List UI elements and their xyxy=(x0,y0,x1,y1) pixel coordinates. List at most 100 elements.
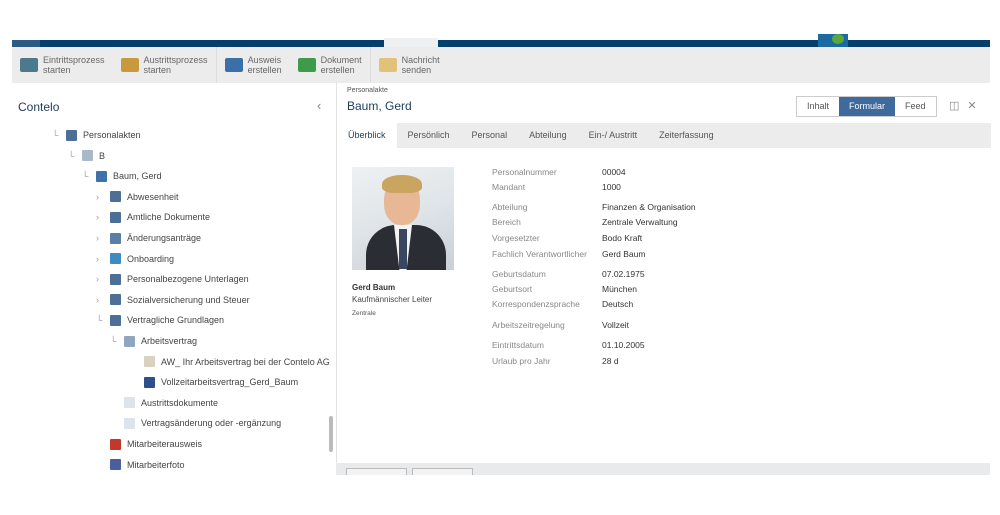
toolbar-button-ausweis[interactable]: Ausweis erstellen xyxy=(217,47,290,83)
field-value: Gerd Baum xyxy=(602,249,646,259)
tree-item[interactable]: › Personalbezogene Unterlagen xyxy=(96,270,249,288)
tree-item-label: Amtliche Dokumente xyxy=(127,212,211,223)
collapse-panel-button[interactable]: ‹ xyxy=(317,98,321,113)
record-type: Personalakte xyxy=(347,87,388,94)
tree-item-label: Austrittsdokumente xyxy=(141,397,219,408)
toolbar-button-label: Dokument erstellen xyxy=(321,55,362,75)
tree-item-label: Abwesenheit xyxy=(127,191,179,202)
email-icon xyxy=(144,356,155,368)
tree-item[interactable]: └ Baum, Gerd xyxy=(82,167,162,185)
bottom-bar xyxy=(336,463,990,475)
label-line: Nachricht xyxy=(401,55,440,65)
close-icon[interactable]: ✕ xyxy=(967,99,976,112)
label-line: starten xyxy=(43,65,71,75)
scrollbar[interactable] xyxy=(329,416,333,452)
tree-item[interactable]: › Sozialversicherung und Steuer xyxy=(96,291,250,309)
field-label: Abteilung xyxy=(492,202,528,212)
tree-item[interactable]: › Amtliche Dokumente xyxy=(96,208,210,226)
field-row: Bereich Zentrale Verwaltung xyxy=(492,217,678,227)
tree-item[interactable]: └ Arbeitsvertrag xyxy=(110,332,197,350)
toolbar-button-austrittsprozess[interactable]: Austrittsprozess starten xyxy=(113,47,217,83)
field-row: Urlaub pro Jahr 28 d xyxy=(492,356,619,366)
field-label: Arbeitszeitregelung xyxy=(492,320,565,330)
tree-item[interactable]: Vollzeitarbeitsvertrag_Gerd_Baum xyxy=(130,373,298,391)
view-formular-button[interactable]: Formular xyxy=(839,97,896,116)
record-title: Baum, Gerd xyxy=(347,99,412,113)
window-controls: ◫ ✕ xyxy=(949,99,977,112)
field-row: Abteilung Finanzen & Organisation xyxy=(492,202,696,212)
tree-item[interactable]: └ B xyxy=(68,147,105,165)
chevron-right-icon[interactable]: › xyxy=(96,212,104,222)
view-switcher: Inhalt Formular Feed xyxy=(796,96,937,117)
field-row: Eintrittsdatum 01.10.2005 xyxy=(492,340,645,350)
tree-item-label: Arbeitsvertrag xyxy=(141,336,198,346)
expanded-toggle-icon[interactable]: └ xyxy=(110,336,118,346)
header-segment xyxy=(12,40,40,47)
tree-item-label: Personalakten xyxy=(83,130,141,140)
tree-item[interactable]: Austrittsdokumente xyxy=(110,394,218,412)
label-line: Eintrittsprozess xyxy=(43,55,105,65)
tree-item[interactable]: AW_ Ihr Arbeitsvertrag bei der Contelo A… xyxy=(130,353,330,371)
chevron-right-icon[interactable]: › xyxy=(96,192,104,202)
tree-item[interactable]: Mitarbeiterfoto xyxy=(96,456,185,474)
tab-2[interactable]: Personal xyxy=(461,123,519,148)
chevron-right-icon[interactable]: › xyxy=(96,233,104,243)
field-label: Urlaub pro Jahr xyxy=(492,356,551,366)
view-inhalt-button[interactable]: Inhalt xyxy=(797,97,839,116)
binder-icon xyxy=(110,314,121,326)
field-label: Fachlich Verantwortlicher xyxy=(492,249,587,259)
field-value: 07.02.1975 xyxy=(602,269,645,279)
layout-icon[interactable]: ◫ xyxy=(949,99,959,112)
id-card-icon xyxy=(224,58,243,72)
tab-1[interactable]: Persönlich xyxy=(397,123,461,148)
person-enter-icon xyxy=(20,58,38,72)
expanded-toggle-icon[interactable]: └ xyxy=(96,315,104,325)
toolbar-button-dokument[interactable]: Dokument erstellen xyxy=(290,47,371,83)
word-document-icon xyxy=(144,376,155,388)
binder-icon xyxy=(110,294,121,306)
field-label: Korrespondenzsprache xyxy=(492,299,580,309)
tree-item[interactable]: › Abwesenheit xyxy=(96,188,179,206)
expanded-toggle-icon[interactable]: └ xyxy=(52,130,60,140)
tree-item-label: Sozialversicherung und Steuer xyxy=(127,294,250,305)
toolbar-button-nachricht[interactable]: Nachricht senden xyxy=(371,47,480,83)
field-label: Geburtsdatum xyxy=(492,269,546,279)
chevron-right-icon[interactable]: › xyxy=(96,274,104,284)
tree-item[interactable]: Mitarbeiterausweis xyxy=(96,435,202,453)
tree-item[interactable]: └ Vertragliche Grundlagen xyxy=(96,311,224,329)
tree-item[interactable]: Vertragsänderung oder -ergänzung xyxy=(110,414,281,432)
tree-item[interactable]: › Onboarding xyxy=(96,250,174,268)
tree-item-label: Personalbezogene Unterlagen xyxy=(127,274,249,285)
label-line: Dokument xyxy=(320,55,362,65)
header-tab[interactable] xyxy=(384,38,438,47)
field-row: Mandant 1000 xyxy=(492,182,621,192)
field-value: 28 d xyxy=(602,356,619,366)
tree-item-label: Baum, Gerd xyxy=(113,171,162,182)
toolbar-button-eintrittsprozess[interactable]: Eintrittsprozess starten xyxy=(12,47,113,83)
bottom-button[interactable] xyxy=(412,468,473,475)
register-icon xyxy=(82,150,93,162)
profile-unit: Zentrale xyxy=(352,310,376,317)
tab-0[interactable]: Überblick xyxy=(337,123,397,148)
binder-icon xyxy=(110,211,121,223)
tab-3[interactable]: Abteilung xyxy=(518,123,578,148)
onboarding-icon xyxy=(110,253,121,265)
field-value: Vollzeit xyxy=(602,320,629,330)
image-icon xyxy=(110,459,121,471)
expanded-toggle-icon[interactable]: └ xyxy=(82,171,90,181)
tab-5[interactable]: Zeiterfassung xyxy=(648,123,725,148)
chevron-right-icon[interactable]: › xyxy=(96,295,104,305)
field-value: 01.10.2005 xyxy=(602,340,645,350)
tree-item[interactable]: › Änderungsanträge xyxy=(96,229,201,247)
tab-4[interactable]: Ein-/ Austritt xyxy=(578,123,649,148)
bottom-button[interactable] xyxy=(346,468,407,475)
toolbar-button-label: Ausweis erstellen xyxy=(248,55,282,75)
tree-item[interactable]: └ Personalakten xyxy=(52,126,141,144)
view-feed-button[interactable]: Feed xyxy=(895,97,936,116)
chevron-right-icon[interactable]: › xyxy=(96,254,104,264)
app-header-bar xyxy=(12,34,990,47)
tree-item-label: AW_ Ihr Arbeitsvertrag bei der Contelo A… xyxy=(161,356,330,367)
field-row: Korrespondenzsprache Deutsch xyxy=(492,299,633,309)
expanded-toggle-icon[interactable]: └ xyxy=(68,151,76,161)
label-line: Austrittsprozess xyxy=(143,55,208,65)
